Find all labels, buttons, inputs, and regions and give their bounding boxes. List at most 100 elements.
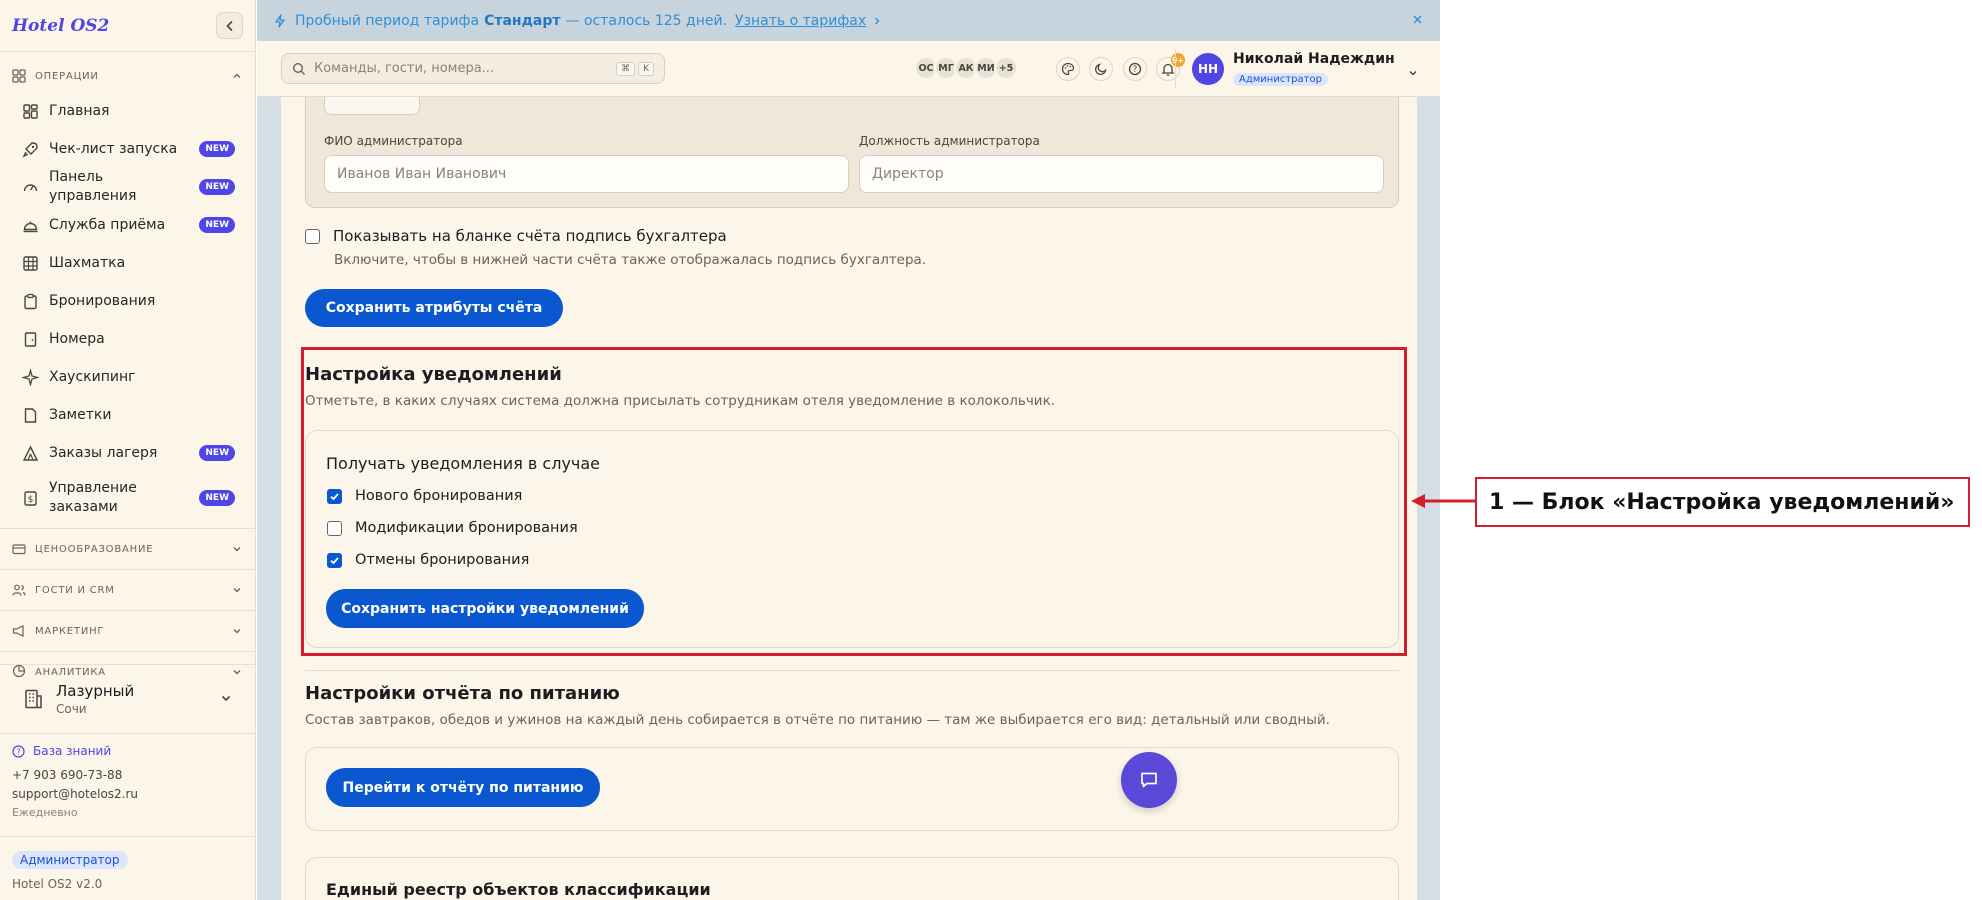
chat-button[interactable] <box>1121 752 1177 808</box>
svg-text:?: ? <box>16 747 20 756</box>
sidebar-item-bookings[interactable]: Бронирования <box>0 282 255 320</box>
chevron-down-icon <box>219 690 233 709</box>
sidebar-item-label: Чек-лист запуска <box>49 140 178 157</box>
sidebar-item-housekeeping[interactable]: Хаускипинг <box>0 358 255 396</box>
hotel-info: Лазурный Сочи <box>56 682 219 716</box>
svg-text:?: ? <box>1133 65 1138 75</box>
sidebar-item-notes[interactable]: Заметки <box>0 396 255 434</box>
search-placeholder: Команды, гости, номера... <box>314 61 495 76</box>
new-badge: NEW <box>199 179 235 195</box>
sidebar-item-dashboard[interactable]: Панель управления NEW <box>0 168 255 206</box>
support-email[interactable]: support@hotelos2.ru <box>12 787 138 801</box>
sidebar-item-label: Главная <box>49 102 110 119</box>
moon-icon <box>1094 63 1107 76</box>
door-icon <box>22 331 39 348</box>
chevron-up-icon <box>231 70 243 82</box>
sidebar: Hotel OS2 ОПЕРАЦИИ Главная Чек-лист запу… <box>0 0 256 900</box>
avatar: НН <box>1192 52 1224 85</box>
theme-palette-button[interactable] <box>1056 57 1080 81</box>
palette-icon <box>1061 62 1075 76</box>
sidebar-item-order-management[interactable]: $ Управление заказами NEW <box>0 472 255 524</box>
admin-position-input[interactable]: Директор <box>859 155 1384 193</box>
support-phone[interactable]: +7 903 690-73-88 <box>12 768 138 782</box>
accountant-signature-toggle[interactable]: Показывать на бланке счёта подпись бухга… <box>305 227 727 245</box>
credit-card-icon <box>12 542 26 556</box>
group-operations-label: ОПЕРАЦИИ <box>35 70 99 82</box>
close-banner-icon[interactable] <box>1411 13 1424 26</box>
support-block: ? База знаний +7 903 690-73-88 support@h… <box>12 744 138 819</box>
text-field[interactable] <box>324 97 420 115</box>
chevron-down-icon[interactable] <box>1407 67 1419 79</box>
annotation-highlight-box <box>301 347 1407 656</box>
sidebar-item-launch-checklist[interactable]: Чек-лист запуска NEW <box>0 130 255 168</box>
help-circle-icon: ? <box>12 744 25 758</box>
banner-plan: Стандарт <box>484 12 561 29</box>
sidebar-item-home[interactable]: Главная <box>0 92 255 130</box>
notifications-button[interactable]: 9+ <box>1156 53 1185 81</box>
sidebar-item-label: Заметки <box>49 406 112 423</box>
sidebar-item-label: Шахматка <box>49 254 126 271</box>
sidebar-item-label: Служба приёма <box>49 216 166 233</box>
app-logo[interactable]: Hotel OS2 <box>12 16 109 36</box>
chevron-left-icon <box>225 20 232 31</box>
group-pricing[interactable]: ЦЕНООБРАЗОВАНИЕ <box>0 533 255 565</box>
more-users-count[interactable]: +5 <box>994 56 1018 80</box>
open-food-report-button[interactable]: Перейти к отчёту по питанию <box>326 768 600 807</box>
accountant-signature-hint: Включите, чтобы в нижней части счёта так… <box>334 252 927 268</box>
sidebar-divider <box>0 610 255 611</box>
admin-name-input[interactable]: Иванов Иван Иванович <box>324 155 849 193</box>
receipt-icon: $ <box>22 490 39 507</box>
megaphone-icon <box>12 624 26 638</box>
knowledge-base-link[interactable]: ? База знаний <box>12 744 138 758</box>
sidebar-item-chessboard[interactable]: Шахматка <box>0 244 255 282</box>
banner-prefix: Пробный период тарифа <box>295 12 480 29</box>
group-operations[interactable]: ОПЕРАЦИИ <box>0 60 255 92</box>
bell-desk-icon <box>22 217 39 234</box>
collapse-sidebar-button[interactable] <box>216 12 243 39</box>
sidebar-item-front-desk[interactable]: Служба приёма NEW <box>0 206 255 244</box>
accountant-signature-checkbox[interactable] <box>305 228 320 244</box>
admin-position-label: Должность администратора <box>859 134 1040 148</box>
new-badge: NEW <box>199 490 235 506</box>
hotel-switcher[interactable]: Лазурный Сочи <box>0 664 255 734</box>
new-badge: NEW <box>199 141 235 157</box>
svg-text:$: $ <box>28 495 34 505</box>
invoice-attributes-card: ФИО администратора Иванов Иван Иванович … <box>305 97 1399 208</box>
online-users[interactable]: ОС МГ АК МИ +5 <box>914 56 1018 80</box>
dark-mode-button[interactable] <box>1089 57 1113 81</box>
group-guests-crm[interactable]: ГОСТИ И CRM <box>0 574 255 606</box>
lightning-icon <box>273 13 287 28</box>
users-icon <box>12 583 26 597</box>
new-badge: NEW <box>199 445 235 461</box>
user-menu[interactable]: НН Николай Надеждин Администратор <box>1192 51 1395 86</box>
role-block: Администратор Hotel OS2 v2.0 <box>0 836 255 891</box>
annotation-arrow-icon <box>1411 494 1475 508</box>
annotation-callout: 1 — Блок «Настройка уведомлений» <box>1475 477 1970 527</box>
new-badge: NEW <box>199 217 235 233</box>
chevron-down-icon <box>231 543 243 555</box>
home-grid-icon <box>22 103 39 120</box>
food-report-desc: Состав завтраков, обедов и ужинов на каж… <box>305 712 1330 728</box>
sidebar-item-rooms[interactable]: Номера <box>0 320 255 358</box>
divider <box>1175 49 1176 89</box>
group-guests-label: ГОСТИ И CRM <box>35 584 115 596</box>
sidebar-item-camp-orders[interactable]: Заказы лагеря NEW <box>0 434 255 472</box>
shortcut-key: K <box>638 61 654 76</box>
command-search[interactable]: Команды, гости, номера... ⌘ K <box>281 53 665 84</box>
sidebar-item-label: Хаускипинг <box>49 368 136 385</box>
shortcut-key: ⌘ <box>616 61 636 76</box>
banner-tariffs-link[interactable]: Узнать о тарифах <box>735 13 866 29</box>
sidebar-divider <box>0 569 255 570</box>
food-report-title: Настройки отчёта по питанию <box>305 683 620 704</box>
app-version: Hotel OS2 v2.0 <box>12 877 103 891</box>
group-marketing[interactable]: МАРКЕТИНГ <box>0 615 255 647</box>
knowledge-base-label: База знаний <box>33 744 112 758</box>
registry-title: Единый реестр объектов классификации <box>326 880 711 899</box>
help-button[interactable]: ? <box>1123 57 1147 81</box>
trial-banner: Пробный период тарифа Стандарт — осталос… <box>257 0 1440 41</box>
banner-suffix: — осталось 125 дней. <box>565 12 728 29</box>
sparkle-icon <box>22 368 39 386</box>
save-invoice-attributes-button[interactable]: Сохранить атрибуты счёта <box>305 289 563 327</box>
sidebar-divider <box>0 528 255 529</box>
chat-bubble-icon <box>1141 772 1157 788</box>
